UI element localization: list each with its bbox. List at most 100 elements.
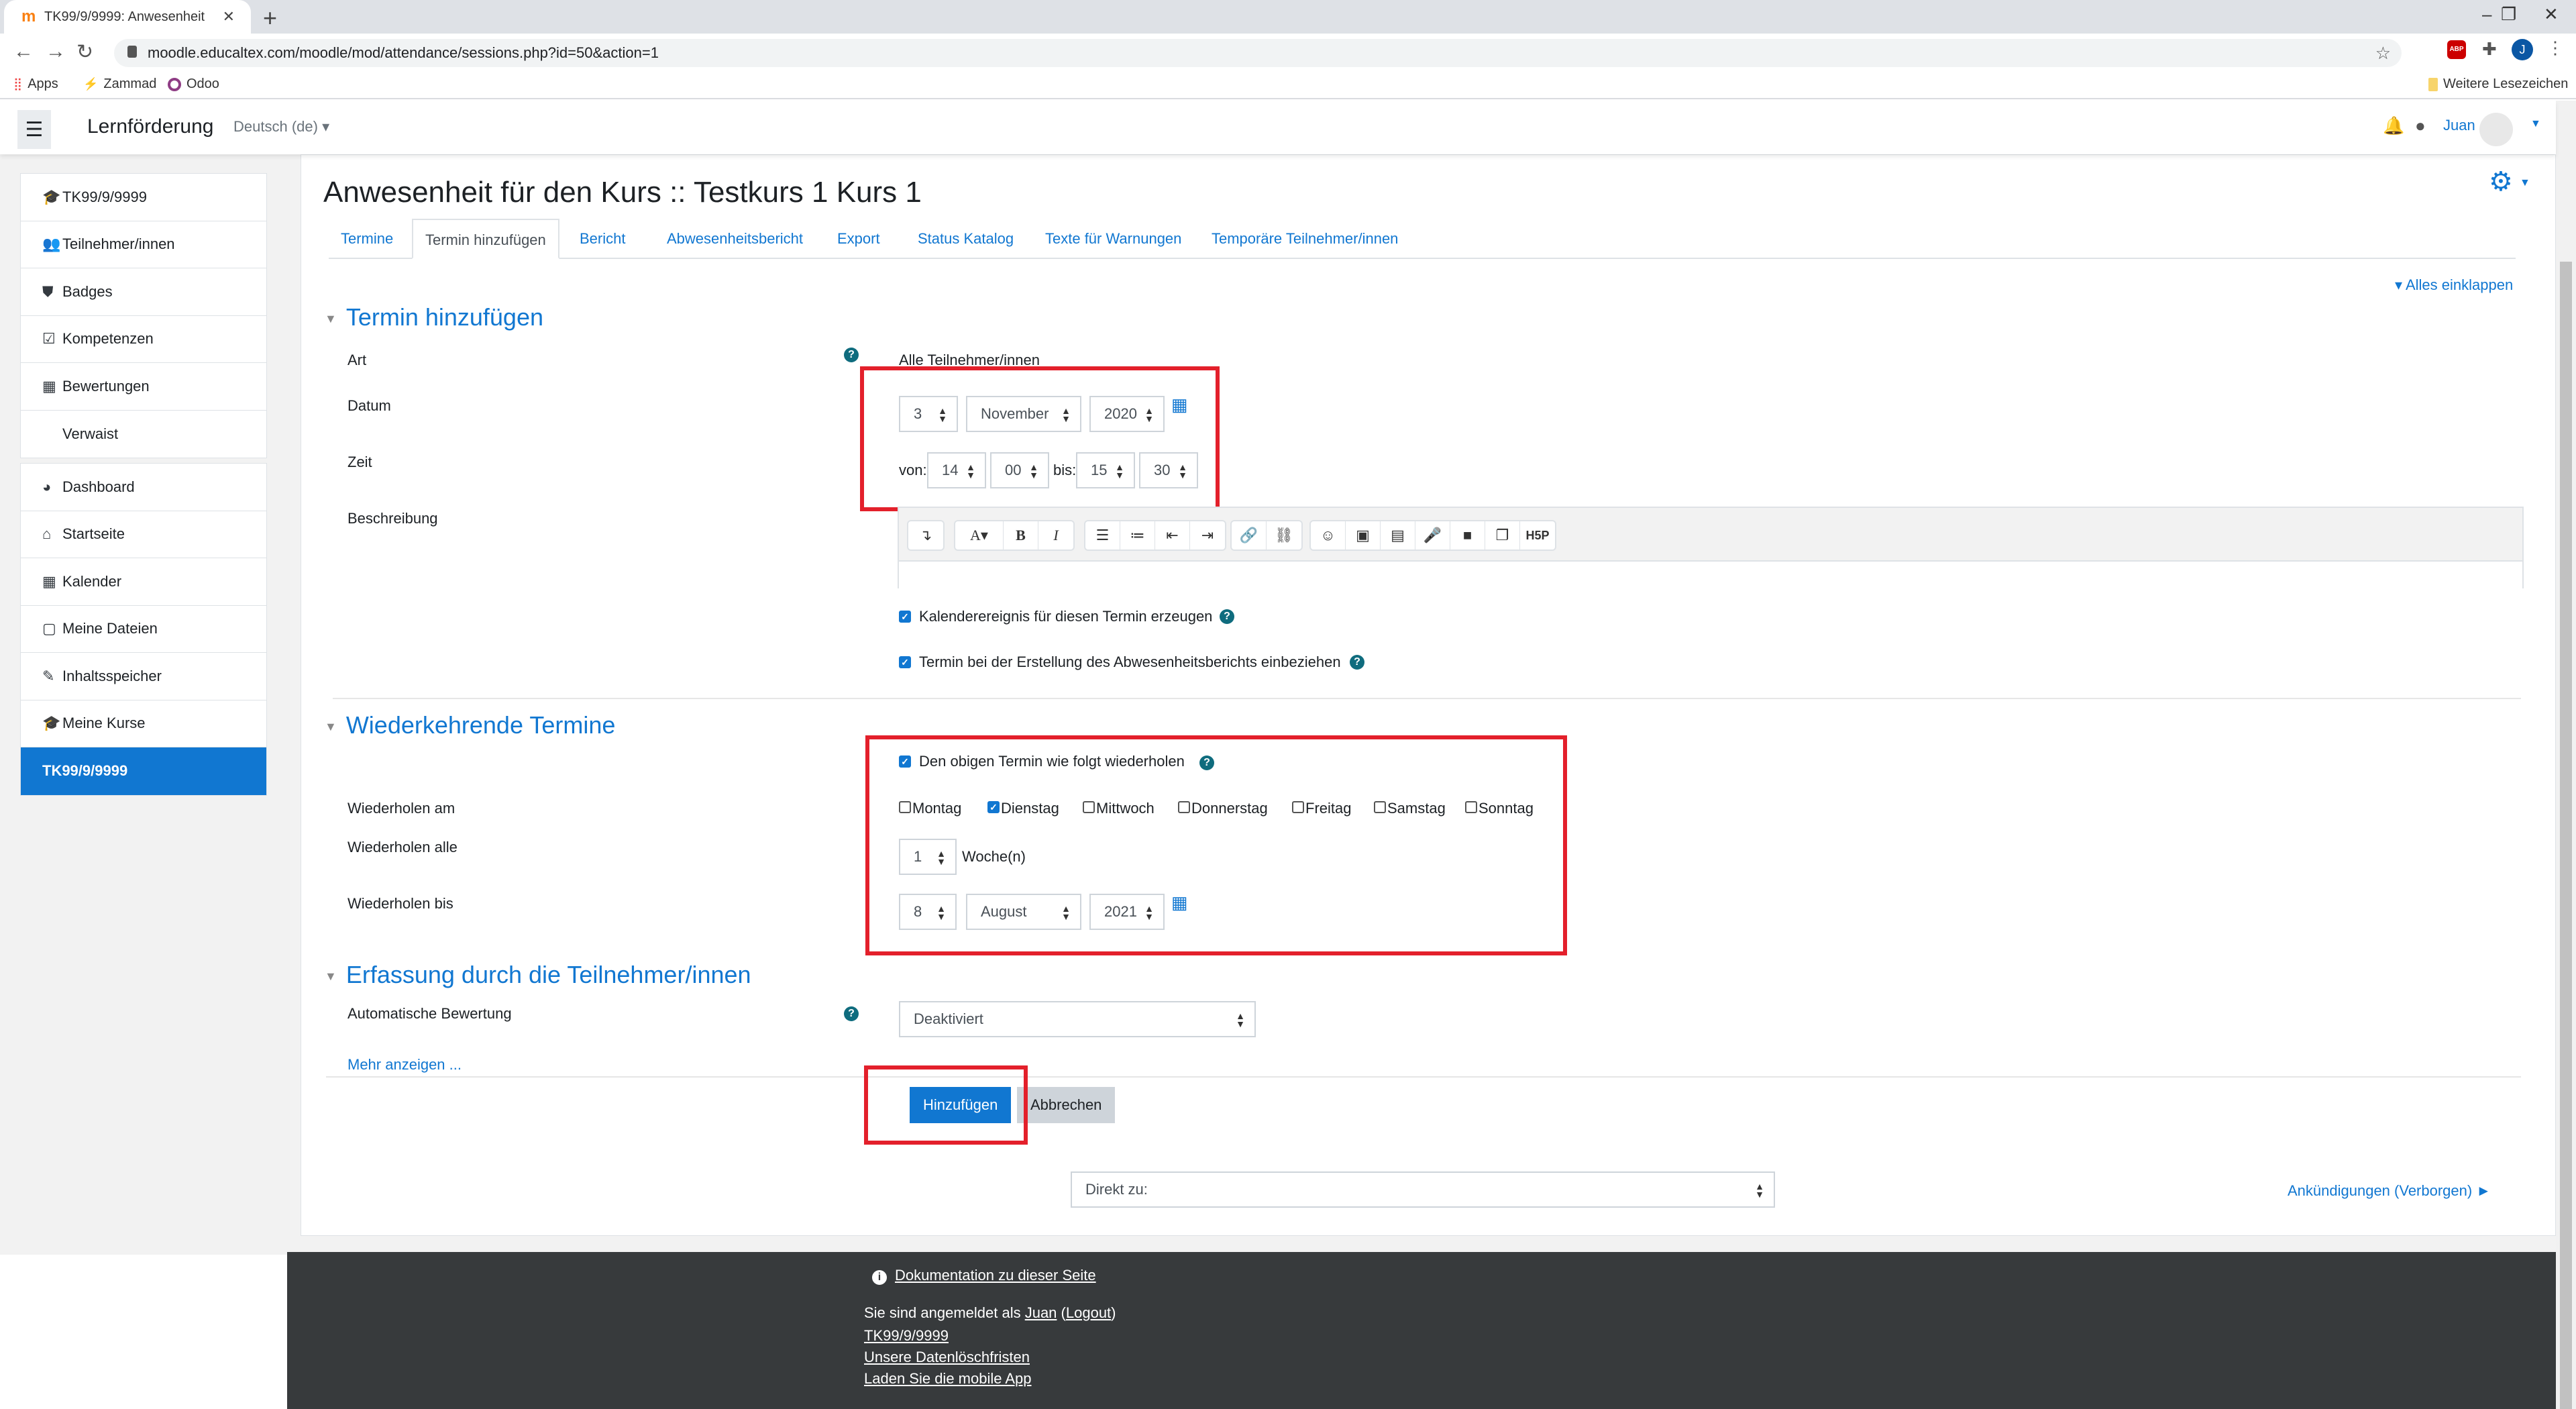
- url-bar[interactable]: moodle.educaltex.com/moodle/mod/attendan…: [114, 39, 2402, 67]
- sidebar-item-current-course[interactable]: TK99/9/9999: [21, 747, 266, 795]
- include-report-checkbox[interactable]: ✓: [899, 656, 911, 668]
- browser-tab[interactable]: m TK99/9/9999: Anwesenheit ✕: [4, 0, 251, 34]
- sidebar-item-dashboard[interactable]: ◕ Dashboard: [21, 464, 266, 511]
- bookmark-apps[interactable]: ⣿ Apps: [13, 76, 58, 92]
- close-tab-icon[interactable]: ✕: [223, 8, 235, 25]
- help-icon[interactable]: ?: [844, 1006, 859, 1021]
- sidebar-item-my-courses[interactable]: 🎓 Meine Kurse: [21, 700, 266, 747]
- other-bookmarks[interactable]: Weitere Lesezeichen: [2428, 76, 2568, 92]
- help-icon[interactable]: ?: [844, 348, 859, 362]
- microphone-icon[interactable]: 🎤: [1415, 521, 1450, 550]
- restore-icon[interactable]: ❐: [2501, 4, 2516, 25]
- paintbrush-icon: ✎: [42, 667, 55, 684]
- bookmark-odoo[interactable]: Odoo: [168, 76, 219, 92]
- drawer-toggle-icon[interactable]: ☰: [17, 110, 51, 149]
- user-profile-link[interactable]: Juan: [1025, 1304, 1057, 1321]
- emoji-icon[interactable]: ☺: [1311, 521, 1346, 550]
- sidebar-item-badges[interactable]: ⛊ Badges: [21, 268, 266, 316]
- outdent-icon[interactable]: ⇤: [1155, 521, 1190, 550]
- logout-link[interactable]: Logout: [1066, 1304, 1111, 1321]
- minimize-icon[interactable]: –: [2482, 4, 2491, 25]
- section-add-session-header[interactable]: ▼ Termin hinzufügen: [325, 303, 543, 331]
- calendar-event-checkbox[interactable]: ✓: [899, 611, 911, 623]
- tab-bericht[interactable]: Bericht: [568, 219, 637, 259]
- adblock-icon[interactable]: ABP: [2447, 40, 2466, 59]
- tab-texte-warnungen[interactable]: Texte für Warnungen: [1033, 219, 1193, 259]
- new-tab-icon[interactable]: +: [263, 4, 277, 32]
- tab-termine[interactable]: Termine: [329, 219, 405, 259]
- sidebar-item-course[interactable]: 🎓 TK99/9/9999: [21, 174, 266, 221]
- collapse-all-link[interactable]: ▾ Alles einklappen: [2395, 276, 2513, 294]
- calendar-icon: ▦: [42, 572, 56, 590]
- gear-icon[interactable]: ⚙: [2489, 166, 2513, 197]
- user-name[interactable]: Juan: [2443, 117, 2475, 134]
- tab-export[interactable]: Export: [825, 219, 892, 259]
- forward-icon[interactable]: →: [46, 40, 66, 63]
- h5p-icon[interactable]: H5P: [1520, 521, 1555, 550]
- beschreibung-label: Beschreibung: [347, 510, 438, 527]
- tab-abwesenheitsbericht[interactable]: Abwesenheitsbericht: [655, 219, 815, 259]
- unordered-list-icon[interactable]: ☰: [1085, 521, 1120, 550]
- profile-avatar[interactable]: J: [2512, 39, 2533, 60]
- reload-icon[interactable]: ↻: [76, 40, 93, 64]
- video-icon[interactable]: ■: [1450, 521, 1485, 550]
- copy-icon[interactable]: ❐: [1485, 521, 1520, 550]
- help-icon[interactable]: ?: [1350, 655, 1364, 670]
- sidebar-item-participants[interactable]: 👥 Teilnehmer/innen: [21, 221, 266, 268]
- mobile-app-link[interactable]: Laden Sie die mobile App: [864, 1370, 1032, 1388]
- browser-menu-icon[interactable]: ⋮: [2546, 38, 2564, 58]
- help-icon[interactable]: ?: [1220, 609, 1234, 624]
- auto-grade-select[interactable]: Deaktiviert ▲ ▼: [899, 1001, 1256, 1037]
- notifications-bell-icon[interactable]: 🔔: [2383, 115, 2404, 136]
- next-activity-link[interactable]: Ankündigungen (Verborgen) ►: [2288, 1182, 2491, 1200]
- chevron-down-icon[interactable]: ▼: [2520, 177, 2530, 189]
- font-style-icon[interactable]: A▾: [955, 521, 1004, 550]
- footer-course-link[interactable]: TK99/9/9999: [864, 1327, 949, 1345]
- info-icon: i: [872, 1270, 887, 1285]
- bookmark-zammad[interactable]: ⚡ Zammad: [83, 76, 156, 92]
- sidebar-item-home[interactable]: ⌂ Startseite: [21, 511, 266, 558]
- cancel-button[interactable]: Abbrechen: [1017, 1087, 1116, 1123]
- close-window-icon[interactable]: ✕: [2544, 4, 2559, 25]
- extensions-icon[interactable]: ✚: [2482, 39, 2497, 60]
- toolbar-toggle-icon[interactable]: ↴: [908, 521, 943, 550]
- doc-link[interactable]: i Dokumentation zu dieser Seite: [872, 1267, 1096, 1285]
- site-name[interactable]: Lernförderung: [87, 115, 213, 138]
- indent-icon[interactable]: ⇥: [1190, 521, 1225, 550]
- tab-status-katalog[interactable]: Status Katalog: [906, 219, 1026, 259]
- user-menu-caret-icon[interactable]: ▼: [2530, 118, 2541, 130]
- back-icon[interactable]: ←: [13, 40, 34, 63]
- section-student-recording-header[interactable]: ▼ Erfassung durch die Teilnehmer/innen: [325, 961, 751, 989]
- zammad-icon: ⚡: [83, 77, 99, 91]
- show-more-link[interactable]: Mehr anzeigen ...: [347, 1056, 462, 1074]
- tab-temporaere-teilnehmer[interactable]: Temporäre Teilnehmer/innen: [1199, 219, 1410, 259]
- sidebar-item-competencies[interactable]: ☑ Kompetenzen: [21, 316, 266, 363]
- bold-icon[interactable]: B: [1004, 521, 1038, 550]
- section-repeat-header[interactable]: ▼ Wiederkehrende Termine: [325, 711, 615, 739]
- italic-icon[interactable]: I: [1038, 521, 1073, 550]
- bookmark-star-icon[interactable]: ☆: [2375, 43, 2391, 64]
- ordered-list-icon[interactable]: ≔: [1120, 521, 1155, 550]
- unlink-icon[interactable]: ⛓: [1267, 521, 1301, 550]
- sidebar-item-calendar[interactable]: ▦ Kalender: [21, 558, 266, 606]
- sidebar-item-grades[interactable]: ▦ Bewertungen: [21, 363, 266, 411]
- highlight-box-submit: [864, 1065, 1028, 1145]
- user-avatar[interactable]: [2479, 113, 2513, 146]
- datum-label: Datum: [347, 397, 391, 414]
- scrollbar-thumb[interactable]: [2560, 262, 2572, 1409]
- jump-to-select[interactable]: Direkt zu: ▲ ▼: [1071, 1171, 1775, 1208]
- lock-icon: [127, 46, 137, 58]
- sidebar-item-orphaned[interactable]: Verwaist: [21, 411, 266, 458]
- description-textarea[interactable]: [899, 560, 2522, 588]
- data-retention-link[interactable]: Unsere Datenlöschfristen: [864, 1349, 1030, 1366]
- tab-termin-hinzufuegen[interactable]: Termin hinzufügen: [412, 219, 559, 259]
- sidebar-item-my-files[interactable]: ▢ Meine Dateien: [21, 606, 266, 653]
- include-report-label: Termin bei der Erstellung des Abwesenhei…: [919, 654, 1341, 670]
- messages-icon[interactable]: ●: [2415, 115, 2426, 136]
- link-icon[interactable]: 🔗: [1232, 521, 1267, 550]
- language-menu[interactable]: Deutsch (de) ▾: [233, 118, 329, 136]
- sidebar-item-content-bank[interactable]: ✎ Inhaltsspeicher: [21, 653, 266, 700]
- image-icon[interactable]: ▣: [1346, 521, 1381, 550]
- media-icon[interactable]: ▤: [1381, 521, 1415, 550]
- divider: [326, 1076, 2521, 1078]
